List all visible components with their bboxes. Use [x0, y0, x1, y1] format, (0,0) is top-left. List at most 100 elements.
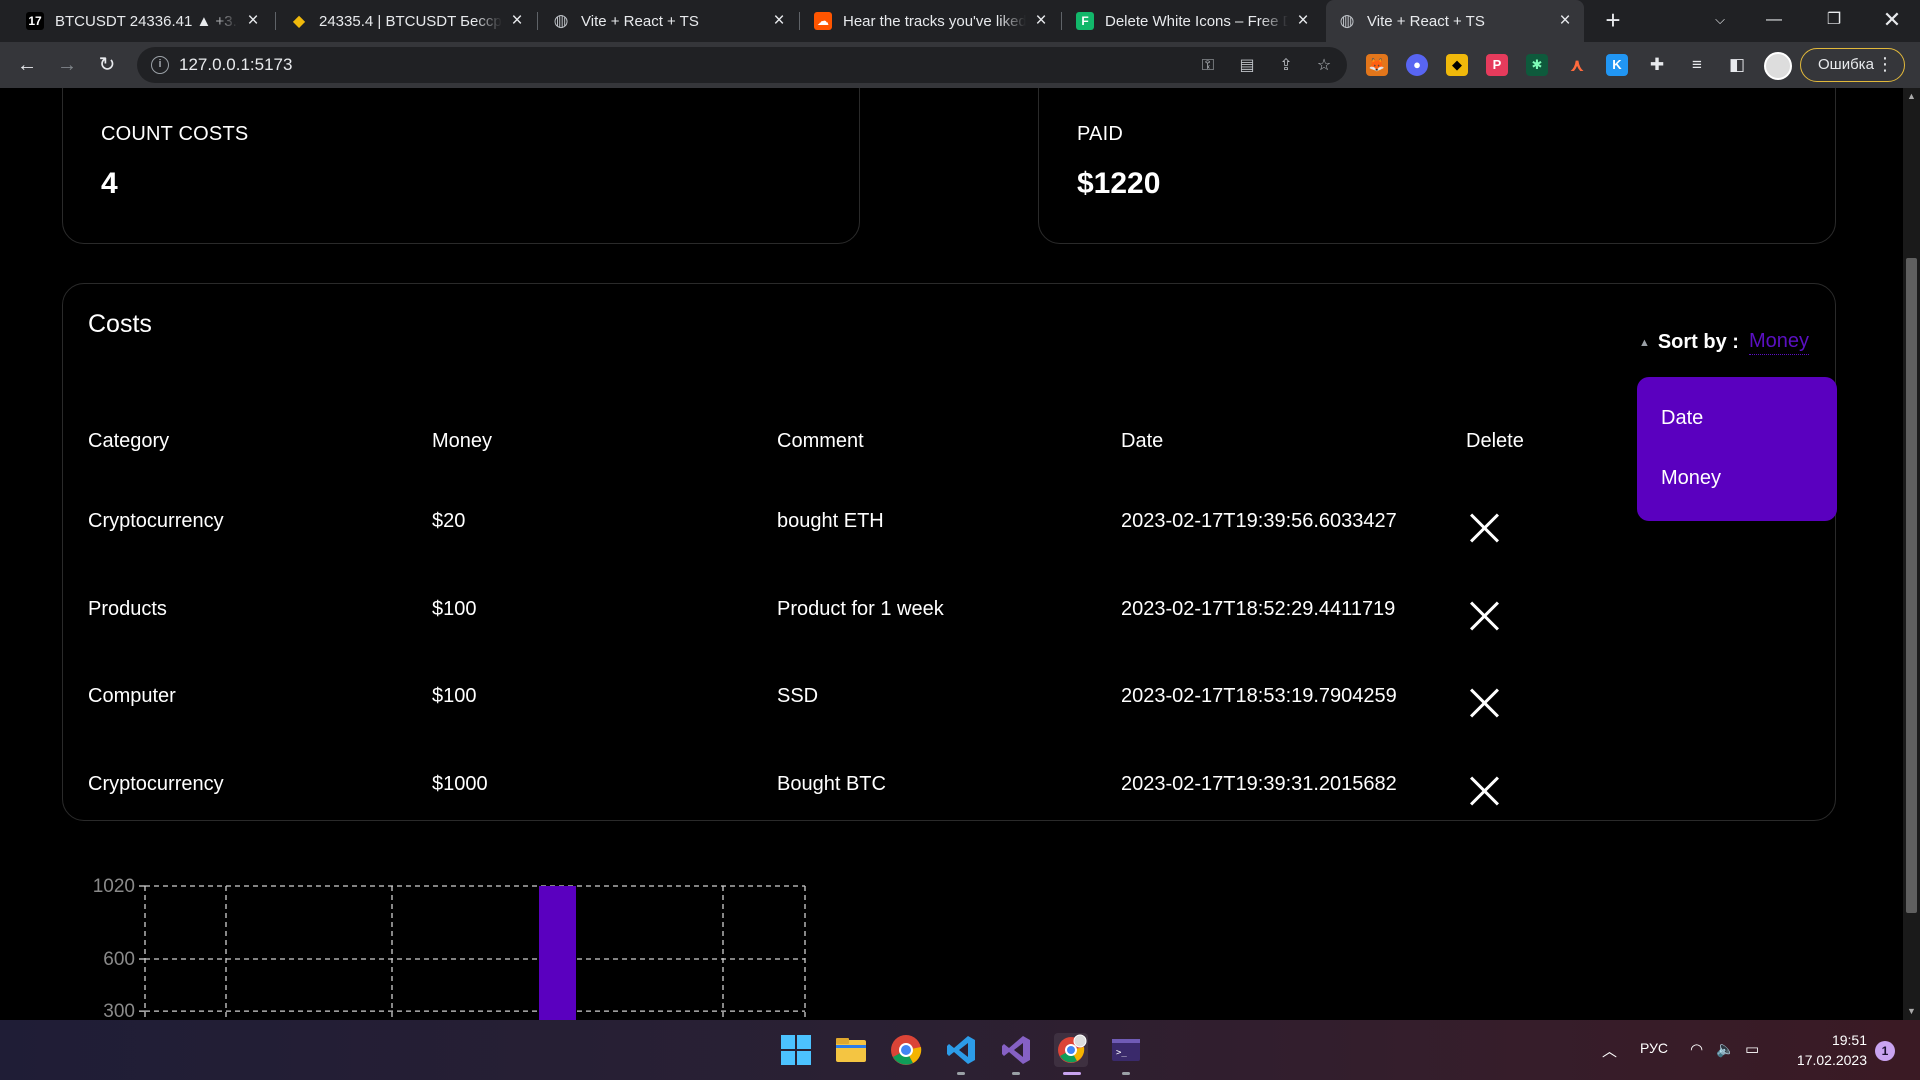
close-tab-icon[interactable]: × [770, 10, 788, 32]
tab-title: 24335.4 | BTCUSDT Бессроч [319, 12, 502, 30]
close-window-icon[interactable]: ✕ [1864, 0, 1920, 42]
column-header-delete: Delete [1466, 430, 1524, 452]
scroll-thumb[interactable] [1906, 258, 1917, 913]
terminal-icon[interactable]: >_ [1109, 1033, 1143, 1067]
costs-bar-chart: 1020 600 300 [93, 876, 806, 1020]
chart-y-ticks: 1020 600 300 [93, 876, 135, 1020]
avatar[interactable] [1764, 52, 1792, 80]
side-panel-icon[interactable]: ◧ [1724, 52, 1750, 78]
system-clock[interactable]: 19:51 17.02.2023 [1787, 1030, 1867, 1070]
cell-comment: SSD [777, 685, 819, 707]
cell-category: Cryptocurrency [88, 510, 224, 532]
chrome-icon[interactable] [889, 1033, 923, 1067]
file-explorer-icon[interactable] [834, 1033, 868, 1067]
extensions-puzzle-icon[interactable]: ✚ [1644, 52, 1670, 78]
costs-card: Costs ▲ Sort by : Money Category Money C… [62, 283, 1836, 821]
delete-icon[interactable] [1468, 600, 1500, 632]
running-indicator [957, 1072, 965, 1075]
tab-search-icon[interactable]: ⌵ [1692, 0, 1748, 42]
page-scrollbar[interactable]: ▲ ▼ [1903, 88, 1920, 1020]
input-language[interactable]: РУС [1640, 1040, 1668, 1056]
close-tab-icon[interactable]: × [244, 10, 262, 32]
cell-money: $100 [432, 685, 477, 707]
scroll-up-icon[interactable]: ▲ [1903, 88, 1920, 105]
reading-list-icon[interactable]: ≡ [1684, 52, 1710, 78]
cell-date: 2023-02-17T19:39:56.6033427 [1121, 510, 1397, 532]
close-tab-icon[interactable]: × [1032, 10, 1050, 32]
flaticon-icon: F [1076, 12, 1094, 30]
chart-y-tick-label: 300 [103, 1001, 135, 1020]
extension-icon[interactable]: ✱ [1526, 54, 1548, 76]
cell-money: $100 [432, 598, 477, 620]
sort-dropdown-menu: Date Money [1637, 377, 1837, 521]
caret-up-icon: ▲ [1638, 336, 1650, 349]
windows-start-icon[interactable] [779, 1033, 813, 1067]
sort-label: Sort by : [1657, 331, 1739, 353]
close-tab-icon[interactable]: × [1294, 10, 1312, 32]
extension-icon[interactable]: P [1486, 54, 1508, 76]
restore-icon[interactable]: ❐ [1806, 0, 1862, 42]
column-header-comment: Comment [777, 430, 864, 452]
new-tab-button[interactable]: + [1598, 6, 1628, 36]
password-key-icon[interactable]: ⚿ [1197, 55, 1219, 77]
delete-icon[interactable] [1468, 512, 1500, 544]
tab-tradingview[interactable]: 17 BTCUSDT 24336.41 ▲ +3.48 × [14, 0, 272, 42]
back-icon[interactable]: ← [12, 50, 42, 80]
count-costs-label: COUNT COSTS [101, 123, 249, 145]
extension-icon[interactable]: K [1606, 54, 1628, 76]
visual-studio-icon[interactable] [999, 1033, 1033, 1067]
reload-icon[interactable]: ↻ [92, 50, 122, 80]
delete-icon[interactable] [1468, 687, 1500, 719]
count-costs-card: COUNT COSTS 4 [62, 88, 860, 244]
battery-icon[interactable]: ▭ [1745, 1040, 1759, 1058]
tab-flaticon[interactable]: F Delete White Icons – Free D × [1064, 0, 1322, 42]
chart-bars [539, 886, 576, 1020]
forward-icon[interactable]: → [52, 50, 82, 80]
extension-icon[interactable]: ● [1406, 54, 1428, 76]
globe-icon: ◍ [553, 11, 569, 30]
tradingview-icon: 17 [26, 12, 44, 30]
vscode-icon[interactable] [944, 1033, 978, 1067]
bookmark-star-icon[interactable]: ☆ [1313, 55, 1335, 77]
close-tab-icon[interactable]: × [1556, 10, 1574, 32]
cell-money: $20 [432, 510, 466, 532]
address-bar[interactable]: i 127.0.0.1:5173 ⚿ ▤ ⇪ ☆ [137, 47, 1347, 83]
globe-icon: ◍ [1339, 11, 1355, 30]
url-text[interactable]: 127.0.0.1:5173 [179, 55, 292, 75]
minimize-icon[interactable]: — [1746, 0, 1802, 42]
binance-wallet-icon[interactable]: ◆ [1446, 54, 1468, 76]
cell-date: 2023-02-17T18:53:19.7904259 [1121, 685, 1397, 707]
site-info-icon[interactable]: i [151, 56, 169, 74]
column-header-date: Date [1121, 430, 1164, 452]
metamask-icon[interactable]: 🦊 [1366, 54, 1388, 76]
error-label: Ошибка [1818, 56, 1874, 73]
notification-badge[interactable]: 1 [1875, 1041, 1895, 1061]
close-tab-icon[interactable]: × [508, 10, 526, 32]
wifi-icon[interactable]: ◠ [1690, 1040, 1703, 1058]
column-header-category: Category [88, 430, 170, 452]
sort-control[interactable]: ▲ Sort by : Money [1639, 330, 1809, 355]
translate-icon[interactable]: ▤ [1236, 55, 1258, 77]
cell-date: 2023-02-17T19:39:31.2015682 [1121, 773, 1397, 795]
tab-binance[interactable]: ◆ 24335.4 | BTCUSDT Бессроч × [278, 0, 536, 42]
scroll-down-icon[interactable]: ▼ [1903, 1003, 1920, 1020]
cell-money: $1000 [432, 773, 488, 795]
share-icon[interactable]: ⇪ [1275, 55, 1297, 77]
soundcloud-icon: ☁ [814, 12, 832, 30]
tab-vite-active[interactable]: ◍ Vite + React + TS × [1326, 0, 1584, 42]
sort-option-money[interactable]: Money [1661, 467, 1721, 490]
clock-time: 19:51 [1831, 1032, 1867, 1048]
delete-icon[interactable] [1468, 775, 1500, 807]
chrome-profile-icon[interactable] [1054, 1033, 1088, 1067]
extension-icon[interactable]: ⋏ [1566, 54, 1588, 76]
sort-dropdown-value[interactable]: Money [1748, 330, 1809, 355]
tab-vite-1[interactable]: ◍ Vite + React + TS × [540, 0, 798, 42]
paid-value: $1220 [1077, 167, 1161, 200]
volume-icon[interactable]: 🔈 [1716, 1040, 1735, 1058]
sort-option-date[interactable]: Date [1661, 407, 1703, 430]
error-button[interactable]: Ошибка ⋮ [1800, 48, 1905, 82]
windows-taskbar: >_ ︿ РУС ◠ 🔈 ▭ 19:51 17.02.2023 1 [0, 1020, 1920, 1080]
tray-overflow-icon[interactable]: ︿ [1602, 1040, 1617, 1061]
tab-soundcloud[interactable]: ☁ Hear the tracks you've liked × [802, 0, 1060, 42]
tab-title: Delete White Icons – Free D [1105, 12, 1288, 30]
